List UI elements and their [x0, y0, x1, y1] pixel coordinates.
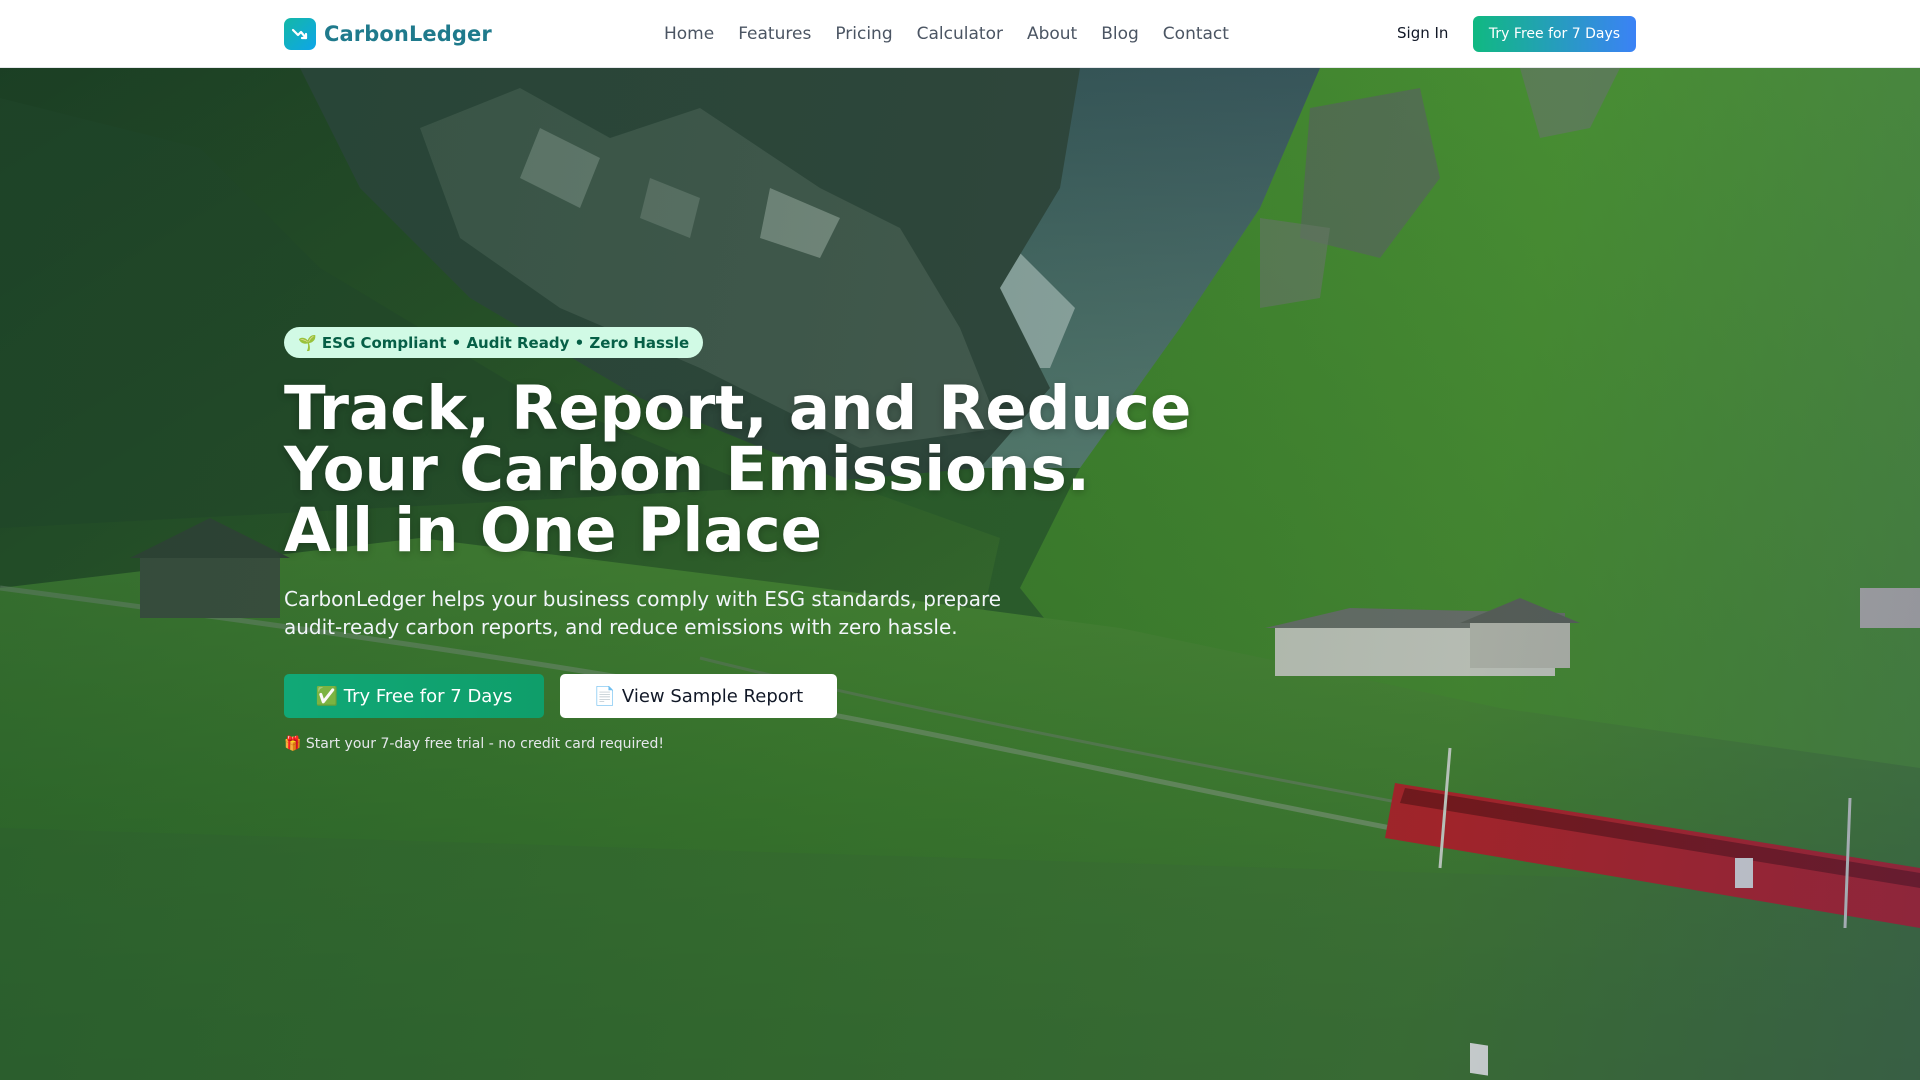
brand-name: CarbonLedger	[324, 22, 492, 46]
hero-subheadline: CarbonLedger helps your business comply …	[284, 585, 1044, 641]
nav-link-contact[interactable]: Contact	[1163, 24, 1229, 44]
hero-headline: Track, Report, and Reduce Your Carbon Em…	[284, 378, 1284, 561]
top-navbar: CarbonLedger Home Features Pricing Calcu…	[0, 0, 1920, 68]
hero-overlay	[0, 68, 1920, 1080]
nav-link-pricing[interactable]: Pricing	[835, 24, 892, 44]
subheadline-line-1: CarbonLedger helps your business comply …	[284, 587, 1002, 611]
hero-section: 🌱 ESG Compliant • Audit Ready • Zero Has…	[0, 68, 1920, 1080]
nav-link-calculator[interactable]: Calculator	[917, 24, 1003, 44]
headline-line-3: All in One Place	[284, 495, 823, 566]
headline-line-1: Track, Report, and Reduce	[284, 373, 1192, 444]
nav-link-features[interactable]: Features	[738, 24, 811, 44]
free-trial-note: 🎁 Start your 7-day free trial - no credi…	[284, 736, 664, 752]
headline-line-2: Your Carbon Emissions.	[284, 434, 1090, 505]
main-nav: Home Features Pricing Calculator About B…	[664, 0, 1229, 67]
view-sample-report-button[interactable]: 📄 View Sample Report	[560, 674, 837, 718]
nav-link-home[interactable]: Home	[664, 24, 714, 44]
nav-link-blog[interactable]: Blog	[1101, 24, 1139, 44]
try-free-button[interactable]: ✅ Try Free for 7 Days	[284, 674, 544, 718]
sign-in-link[interactable]: Sign In	[1397, 24, 1448, 42]
subheadline-line-2: audit-ready carbon reports, and reduce e…	[284, 615, 958, 639]
compliance-badge: 🌱 ESG Compliant • Audit Ready • Zero Has…	[284, 327, 704, 358]
trend-down-icon	[284, 18, 316, 50]
brand-logo[interactable]: CarbonLedger	[284, 17, 492, 51]
nav-try-free-button[interactable]: Try Free for 7 Days	[1473, 16, 1636, 52]
nav-link-about[interactable]: About	[1027, 24, 1077, 44]
